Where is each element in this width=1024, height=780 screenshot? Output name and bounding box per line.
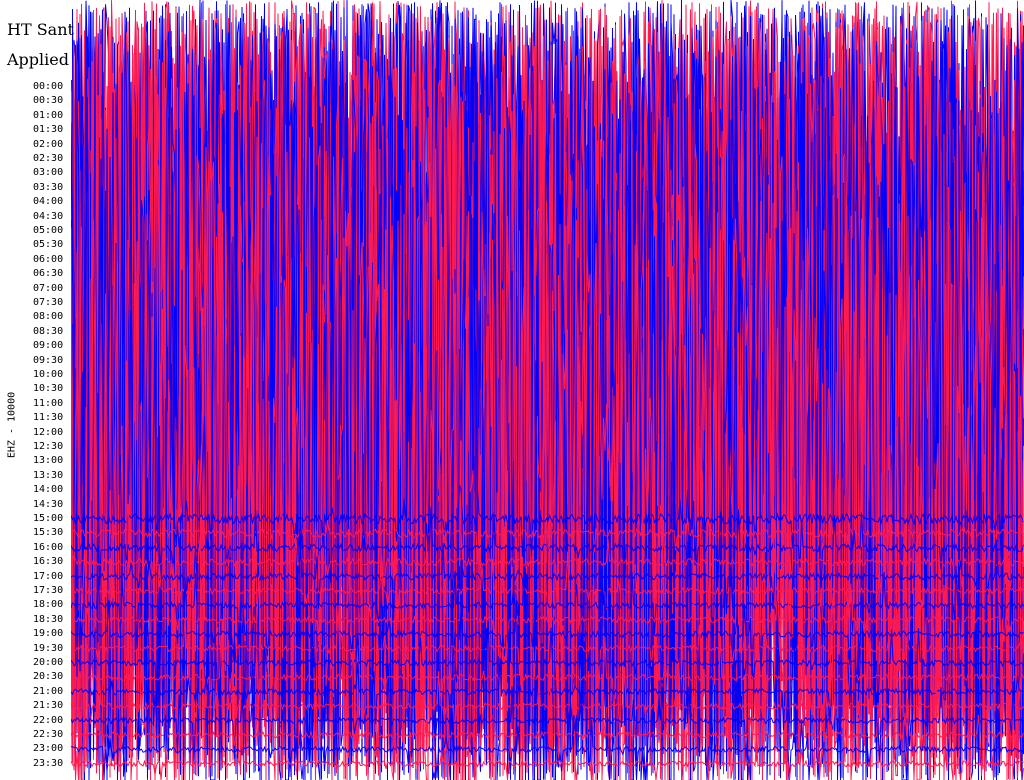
time-tick-label: 11:00 (33, 397, 64, 409)
time-tick-label: 18:30 (33, 613, 64, 625)
channel-label: EHZ - 10000 (6, 391, 18, 459)
time-tick-label: 01:30 (33, 124, 64, 136)
time-tick-label: 15:00 (33, 513, 64, 524)
time-tick-label: 19:30 (33, 642, 64, 654)
time-tick-label: 19:00 (33, 628, 64, 640)
time-tick-label: 20:30 (33, 671, 64, 683)
time-tick-label: 21:00 (33, 685, 64, 697)
time-tick-label: 12:30 (33, 441, 64, 452)
time-tick-label: 01:00 (33, 109, 64, 121)
time-tick-label: 17:30 (33, 585, 64, 596)
time-tick-label: 23:00 (33, 743, 64, 755)
time-tick-label: 14:00 (33, 484, 64, 496)
chart-title: HT Sant (7, 20, 74, 39)
time-tick-label: 02:00 (33, 138, 64, 150)
time-tick-label: 13:30 (33, 469, 64, 481)
time-tick-label: 02:30 (33, 153, 64, 164)
time-tick-label: 03:00 (33, 167, 64, 179)
time-tick-label: 05:30 (33, 239, 64, 251)
time-tick-label: 11:30 (33, 412, 64, 424)
time-tick-label: 22:30 (33, 729, 64, 740)
time-tick-label: 08:30 (33, 325, 64, 337)
time-tick-label: 07:00 (33, 282, 64, 294)
time-tick-label: 04:30 (33, 210, 64, 222)
time-tick-label: 09:30 (33, 354, 64, 366)
time-tick-label: 14:30 (33, 498, 64, 510)
chart-subtitle: Applied (7, 50, 69, 69)
time-tick-label: 08:00 (33, 311, 64, 323)
time-tick-label: 00:30 (33, 95, 64, 107)
plot-header: HT Sant Applied (0, 0, 74, 80)
time-axis: EHZ - 10000 00:00 00:30 01:00 01:30 02:00 02:… (0, 0, 70, 780)
time-tick-label: 03:30 (33, 181, 64, 193)
time-tick-label: 23:30 (33, 757, 64, 769)
time-tick-label: 10:30 (33, 383, 64, 395)
time-tick-label: 13:00 (33, 455, 64, 467)
time-tick-label: 12:00 (33, 426, 64, 438)
time-tick-label: 06:00 (33, 253, 64, 265)
time-tick-label: 00:00 (33, 81, 64, 92)
time-tick-label: 20:00 (33, 657, 64, 668)
time-tick-label: 07:30 (33, 297, 64, 308)
time-tick-label: 21:30 (33, 700, 64, 712)
time-tick-label: 17:00 (33, 570, 64, 582)
time-tick-label: 16:30 (33, 556, 64, 568)
time-tick-label: 10:00 (33, 369, 64, 380)
time-tick-label: 09:00 (33, 340, 64, 352)
time-tick-label: 18:00 (33, 599, 64, 611)
time-tick-label: 22:00 (33, 714, 64, 726)
time-tick-label: 04:00 (33, 196, 64, 208)
time-tick-label: 05:00 (33, 225, 64, 236)
helicorder-plot (71, 0, 1024, 780)
time-tick-label: 06:30 (33, 268, 64, 280)
time-tick-label: 16:00 (33, 541, 64, 553)
time-tick-label: 15:30 (33, 527, 64, 539)
